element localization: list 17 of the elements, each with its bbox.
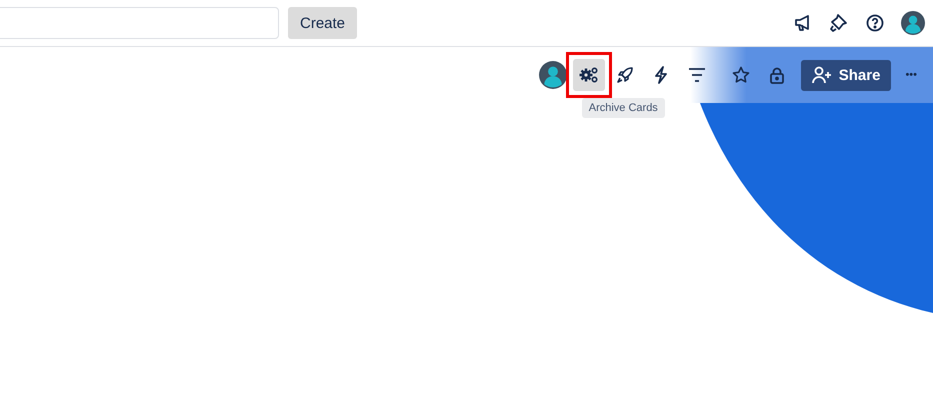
star-icon[interactable] xyxy=(732,66,750,84)
lock-icon[interactable] xyxy=(770,66,784,84)
create-button[interactable]: Create xyxy=(288,7,358,39)
filter-icon[interactable] xyxy=(688,68,706,82)
megaphone-icon[interactable] xyxy=(794,14,812,32)
help-icon[interactable] xyxy=(866,14,884,32)
avatar-icon[interactable] xyxy=(901,11,925,35)
share-button[interactable]: Share xyxy=(800,60,892,90)
rocket-icon[interactable] xyxy=(616,66,634,84)
gears-icon xyxy=(578,66,599,84)
tooltip: Archive Cards xyxy=(582,98,665,118)
search-field[interactable] xyxy=(0,7,279,39)
lightning-icon[interactable] xyxy=(654,66,668,84)
member-avatar[interactable] xyxy=(538,61,567,89)
more-button[interactable]: ••• xyxy=(899,69,923,81)
archive-cards-button[interactable] xyxy=(572,59,605,91)
add-user-icon xyxy=(812,66,832,84)
